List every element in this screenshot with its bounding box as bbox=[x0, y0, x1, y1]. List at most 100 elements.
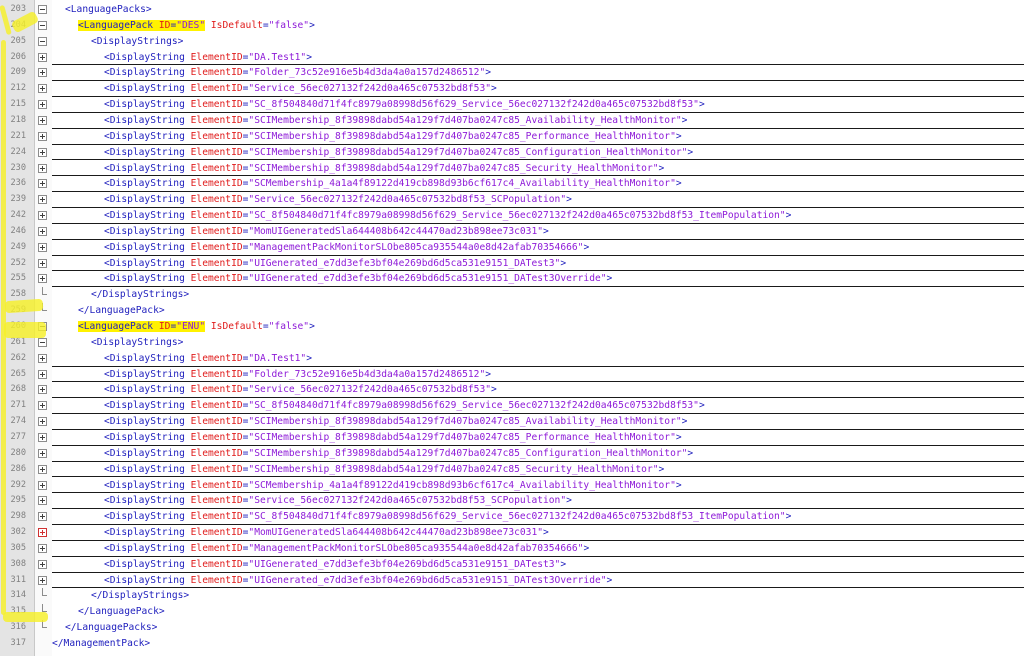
xml-attribute-name: ElementID bbox=[190, 162, 243, 174]
fold-expand-icon[interactable] bbox=[38, 163, 47, 173]
xml-tag-close: > bbox=[485, 368, 492, 380]
fold-expand-icon[interactable] bbox=[38, 211, 47, 221]
xml-tag-close: > bbox=[306, 352, 312, 364]
highlighter-mark bbox=[4, 322, 46, 338]
xml-attribute-value: "ENU" bbox=[176, 321, 206, 332]
xml-tag-close: > bbox=[785, 210, 792, 222]
xml-tag-close: > bbox=[583, 241, 590, 253]
xml-attribute-value: "SCIMembership_8f39898dabd54a129f7d407ba… bbox=[248, 162, 659, 174]
code-text: <DisplayString ElementID="SCIMembership_… bbox=[104, 113, 687, 129]
fold-expand-icon[interactable] bbox=[38, 353, 47, 363]
code-line: 315</LanguagePack> bbox=[0, 604, 1024, 620]
code-text: <DisplayString ElementID="Service_56ec02… bbox=[104, 382, 497, 398]
code-line: 280 <DisplayString ElementID="SCIMembersh… bbox=[0, 446, 1024, 462]
xml-attribute-value: "SCIMembership_8f39898dabd54a129f7d407ba… bbox=[248, 114, 682, 126]
code-line: 260<LanguagePack ID="ENU" IsDefault="fal… bbox=[0, 319, 1024, 335]
xml-tag-close: > bbox=[681, 114, 688, 126]
fold-expand-icon[interactable] bbox=[38, 496, 47, 506]
xml-attribute-value: "false" bbox=[268, 19, 310, 31]
fold-collapse-icon[interactable] bbox=[38, 20, 47, 30]
fold-expand-icon[interactable] bbox=[38, 195, 47, 205]
code-text: <DisplayString ElementID="Service_56ec02… bbox=[104, 192, 572, 208]
xml-tag-close: > bbox=[675, 178, 682, 190]
xml-attribute-name: ElementID bbox=[190, 210, 243, 222]
fold-expand-icon[interactable] bbox=[38, 480, 47, 490]
fold-end-icon bbox=[38, 620, 47, 632]
code-line: 205 <DisplayStrings> bbox=[0, 34, 1024, 50]
xml-tag-close: > bbox=[681, 416, 688, 428]
fold-expand-icon[interactable] bbox=[38, 274, 47, 284]
fold-collapse-icon[interactable] bbox=[38, 337, 47, 347]
fold-expand-icon[interactable] bbox=[38, 131, 47, 141]
xml-tag-name: <DisplayString bbox=[104, 463, 185, 475]
code-text: <DisplayString ElementID="SCIMembership_… bbox=[104, 430, 682, 446]
xml-tag-name: <DisplayString bbox=[104, 67, 185, 79]
fold-expand-icon[interactable] bbox=[38, 448, 47, 458]
xml-attribute-name: ElementID bbox=[190, 416, 243, 428]
fold-collapse-icon[interactable] bbox=[38, 5, 47, 14]
code-text: </ManagementPack> bbox=[52, 636, 150, 652]
xml-tag-name: <DisplayString bbox=[104, 51, 185, 63]
code-line: 286 <DisplayString ElementID="SCIMembersh… bbox=[0, 462, 1024, 478]
fold-expand-icon[interactable] bbox=[38, 68, 47, 78]
code-line: 242 <DisplayString ElementID="SC_8f504840… bbox=[0, 208, 1024, 224]
fold-expand-icon[interactable] bbox=[38, 559, 47, 569]
fold-collapse-icon[interactable] bbox=[38, 36, 47, 46]
xml-attribute-value: "DA.Test1" bbox=[248, 352, 307, 364]
fold-expand-icon[interactable] bbox=[38, 385, 47, 395]
xml-attribute-name: ElementID bbox=[190, 542, 243, 554]
xml-editor[interactable]: 203<LanguagePacks>204<LanguagePack ID="D… bbox=[0, 0, 1024, 656]
code-text: <LanguagePack ID="ENU" IsDefault="false"… bbox=[78, 319, 315, 335]
code-line: 246 <DisplayString ElementID="MomUIGenera… bbox=[0, 224, 1024, 240]
xml-tag-close: > bbox=[309, 321, 315, 332]
xml-attribute-value: "SCIMembership_8f39898dabd54a129f7d407ba… bbox=[248, 146, 688, 158]
fold-expand-icon[interactable] bbox=[38, 543, 47, 553]
xml-tag-name: <DisplayString bbox=[104, 194, 185, 206]
xml-attribute-name: ElementID bbox=[190, 51, 243, 63]
xml-attribute-value: "SCIMembership_8f39898dabd54a129f7d407ba… bbox=[248, 431, 676, 443]
fold-expand-icon[interactable] bbox=[38, 464, 47, 474]
xml-tag-close: > bbox=[675, 479, 682, 491]
code-line: 255 <DisplayString ElementID="UIGenerated… bbox=[0, 271, 1024, 288]
code-text: <DisplayString ElementID="Folder_73c52e9… bbox=[104, 367, 491, 383]
xml-tag-close: > bbox=[560, 257, 567, 269]
xml-tag-close: > bbox=[144, 638, 151, 649]
fold-expand-icon[interactable] bbox=[38, 115, 47, 125]
fold-expand-icon[interactable] bbox=[38, 179, 47, 189]
fold-expand-icon[interactable] bbox=[38, 417, 47, 427]
code-line: 292 <DisplayString ElementID="SCMembershi… bbox=[0, 478, 1024, 494]
xml-attribute-value: "SCIMembership_8f39898dabd54a129f7d407ba… bbox=[248, 130, 676, 142]
code-line: 204<LanguagePack ID="DES" IsDefault="fal… bbox=[0, 18, 1024, 34]
fold-expand-icon[interactable] bbox=[38, 575, 47, 585]
fold-expand-icon[interactable] bbox=[38, 369, 47, 379]
fold-expand-icon[interactable] bbox=[38, 226, 47, 236]
xml-attribute-value: "UIGenerated_e7dd3efe3bf04e269bd6d5ca531… bbox=[248, 574, 607, 586]
fold-expand-icon[interactable] bbox=[38, 512, 47, 522]
code-text: <LanguagePacks> bbox=[65, 2, 152, 18]
xml-tag-name: <DisplayString bbox=[104, 431, 185, 443]
fold-expand-icon[interactable] bbox=[38, 100, 47, 110]
fold-expand-icon[interactable] bbox=[38, 52, 47, 62]
fold-expand-icon[interactable] bbox=[38, 401, 47, 411]
fold-expand-icon[interactable] bbox=[38, 528, 47, 538]
xml-attribute-value: "Service_56ec027132f242d0a465c07532bd8f5… bbox=[248, 194, 567, 206]
xml-tag-close: > bbox=[177, 336, 184, 348]
xml-attribute-name: ElementID bbox=[190, 479, 243, 491]
fold-expand-icon[interactable] bbox=[38, 84, 47, 94]
xml-tag-close: > bbox=[309, 19, 315, 31]
code-text: <DisplayString ElementID="Service_56ec02… bbox=[104, 81, 497, 97]
fold-expand-icon[interactable] bbox=[38, 432, 47, 442]
code-text: <DisplayString ElementID="MomUIGenerated… bbox=[104, 525, 549, 541]
xml-attribute-value: "DA.Test1" bbox=[248, 51, 307, 63]
code-line: 271 <DisplayString ElementID="SC_8f504840… bbox=[0, 398, 1024, 414]
xml-attribute-name: ElementID bbox=[190, 447, 243, 459]
xml-tag-close: > bbox=[675, 130, 682, 142]
code-text: <DisplayString ElementID="ManagementPack… bbox=[104, 240, 589, 256]
code-text: <DisplayString ElementID="UIGenerated_e7… bbox=[104, 557, 566, 573]
fold-expand-icon[interactable] bbox=[38, 242, 47, 252]
fold-expand-icon[interactable] bbox=[38, 147, 47, 157]
xml-tag-close: > bbox=[485, 67, 492, 79]
xml-tag-close: > bbox=[566, 194, 572, 206]
code-text: <DisplayString ElementID="DA.Test1"> bbox=[104, 351, 312, 367]
fold-expand-icon[interactable] bbox=[38, 258, 47, 268]
